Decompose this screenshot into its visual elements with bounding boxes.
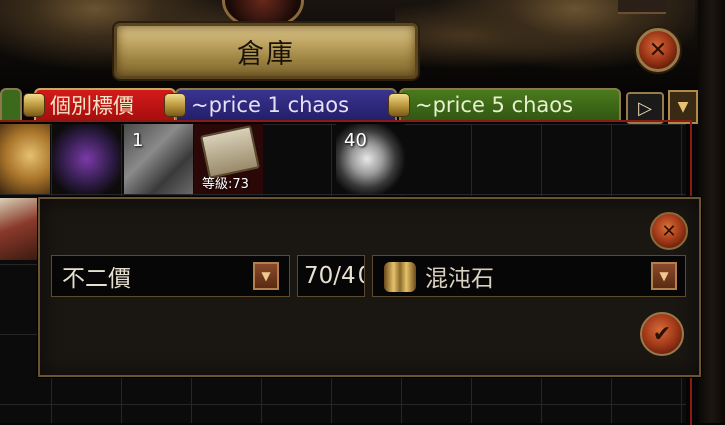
coin-stack-icon	[165, 94, 185, 116]
tab-price-5-chaos[interactable]: ~price 5 chaos	[389, 88, 621, 122]
currency-value: 混沌石	[425, 266, 494, 292]
currency-dropdown-button[interactable]: ▼	[651, 262, 677, 290]
close-icon: ✕	[648, 37, 668, 63]
stack-count: 40	[344, 130, 367, 151]
price-type-dropdown-button[interactable]: ▼	[253, 262, 279, 290]
stash-tab-bar: 個別標價 ~price 1 chaos ~price 5 chaos	[0, 88, 698, 122]
scroll-item-partial[interactable]	[0, 198, 40, 260]
gem-cluster-item[interactable]	[52, 124, 121, 194]
dice-item[interactable]	[0, 124, 50, 194]
coin-stack-icon	[389, 94, 409, 116]
chevron-down-icon: ▼	[659, 269, 669, 283]
close-icon: ✕	[661, 220, 677, 242]
chaos-orb-icon	[384, 262, 416, 292]
tab-label: 個別標價	[50, 94, 134, 118]
chevron-right-icon: ▷	[638, 97, 652, 119]
currency-select[interactable]: 混沌石	[372, 255, 686, 297]
item-level-label: 等級:73	[202, 177, 249, 192]
tab-label: ~price 5 chaos	[415, 93, 574, 117]
price-amount-value: 70/4	[304, 263, 356, 289]
tab-label: ~price 1 chaos	[191, 93, 350, 117]
tab-partial-left[interactable]	[0, 88, 22, 122]
checkmark-icon: ✔	[652, 321, 672, 347]
scroll-icon	[199, 125, 261, 179]
price-amount-overflow: 0	[358, 263, 364, 289]
right-side-rail	[698, 0, 725, 423]
confirm-price-button[interactable]: ✔	[640, 312, 684, 356]
chevron-down-icon: ▼	[261, 269, 271, 283]
window-title: 倉庫	[237, 38, 295, 70]
scroll-item[interactable]: 等級:73	[194, 124, 263, 194]
tab-price-1-chaos[interactable]: ~price 1 chaos	[165, 88, 397, 122]
header-corner-piece	[618, 0, 666, 14]
price-amount-input[interactable]: 70/40	[297, 255, 365, 297]
orb-item[interactable]: 40	[336, 124, 405, 194]
stash-header: 倉庫 ✕	[0, 0, 725, 88]
chevron-down-icon: ▼	[677, 99, 689, 115]
dialog-close-button[interactable]: ✕	[650, 212, 688, 250]
tab-individual-price[interactable]: 個別標價	[24, 88, 176, 122]
tab-list-dropdown-button[interactable]: ▼	[668, 90, 698, 124]
coin-stack-icon	[24, 94, 44, 116]
close-window-button[interactable]: ✕	[636, 28, 680, 72]
map-item[interactable]: 1	[124, 124, 193, 194]
title-plate: 倉庫	[114, 23, 418, 79]
price-type-value: 不二價	[62, 266, 131, 292]
stack-count: 1	[132, 130, 144, 151]
